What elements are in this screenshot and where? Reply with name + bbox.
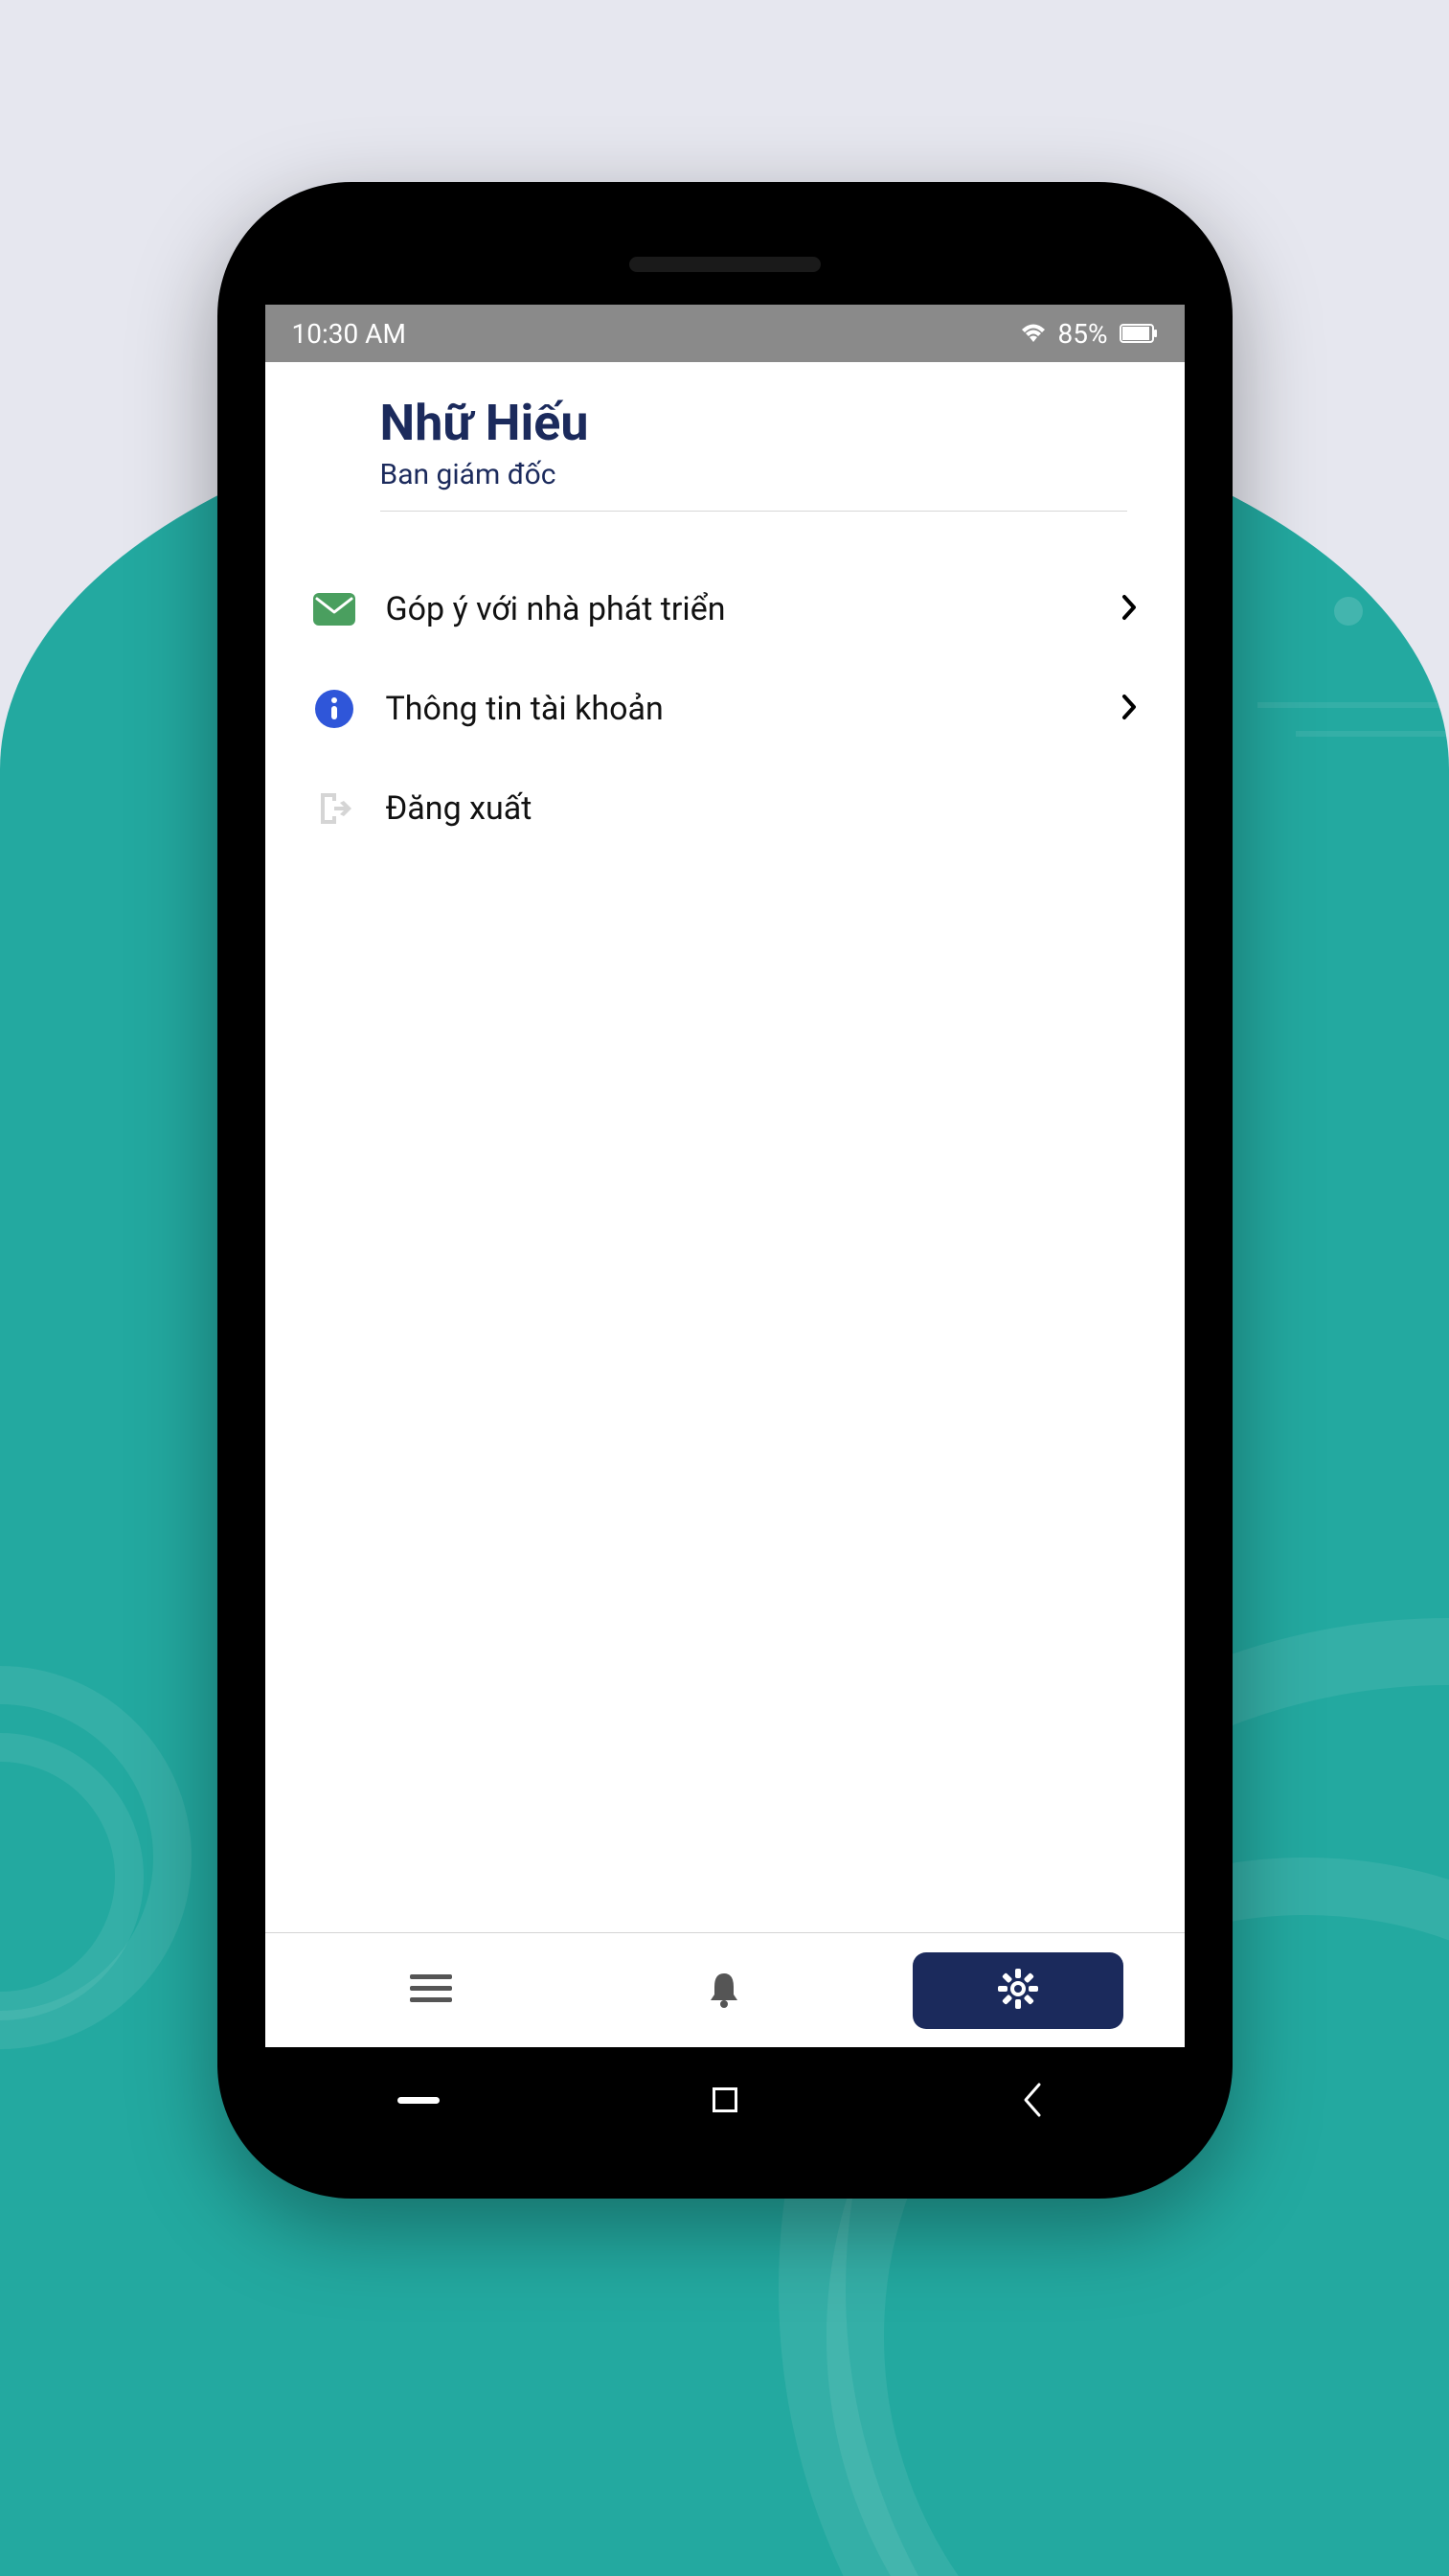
battery-icon <box>1120 324 1158 343</box>
phone-speaker <box>629 257 821 272</box>
app-screen: 10:30 AM 85% <box>265 305 1185 2047</box>
wifi-icon <box>1020 323 1047 344</box>
menu-item-feedback[interactable]: Góp ý với nhà phát triển <box>304 559 1146 659</box>
chevron-right-icon <box>1121 594 1137 625</box>
tab-menu[interactable] <box>326 1952 536 2029</box>
profile-name: Nhữ Hiếu <box>380 395 1127 452</box>
android-recents-button[interactable] <box>390 2071 447 2129</box>
menu-item-logout[interactable]: Đăng xuất <box>304 759 1146 858</box>
bell-icon <box>707 1970 741 2012</box>
menu-item-account[interactable]: Thông tin tài khoản <box>304 659 1146 759</box>
hamburger-icon <box>410 1972 452 2009</box>
android-home-button[interactable] <box>696 2071 754 2129</box>
profile-role: Ban giám đốc <box>380 458 1127 491</box>
gear-icon <box>998 1969 1038 2013</box>
mail-icon <box>313 588 355 630</box>
logout-icon <box>313 787 355 830</box>
chevron-right-icon <box>1121 694 1137 724</box>
status-bar: 10:30 AM 85% <box>265 305 1185 362</box>
android-back-button[interactable] <box>1003 2071 1060 2129</box>
bottom-tab-bar <box>265 1932 1185 2047</box>
status-battery-pct: 85% <box>1058 318 1108 350</box>
menu-item-label: Thông tin tài khoản <box>386 690 1091 728</box>
settings-menu: Góp ý với nhà phát triển Thông tin tài k… <box>265 533 1185 1932</box>
info-icon <box>313 688 355 730</box>
tab-notifications[interactable] <box>619 1952 829 2029</box>
status-time: 10:30 AM <box>292 318 406 350</box>
menu-item-label: Góp ý với nhà phát triển <box>386 590 1091 628</box>
menu-item-label: Đăng xuất <box>386 789 1137 828</box>
phone-frame: 10:30 AM 85% <box>217 182 1233 2199</box>
divider <box>380 511 1127 512</box>
profile-header: Nhữ Hiếu Ban giám đốc <box>265 362 1185 533</box>
android-nav-bar <box>265 2057 1185 2143</box>
tab-settings[interactable] <box>913 1952 1123 2029</box>
